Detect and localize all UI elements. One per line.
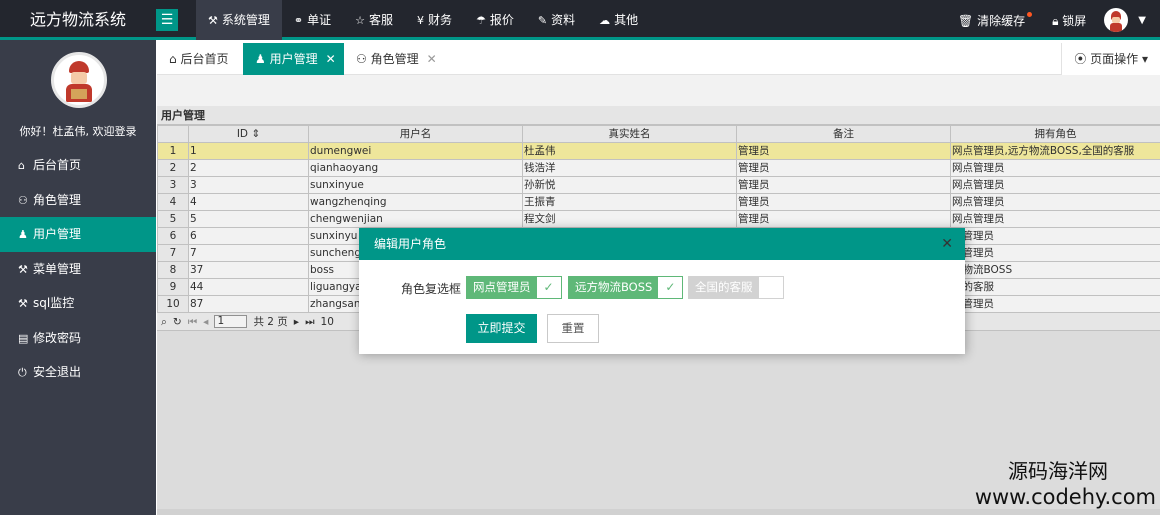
page-operations-dropdown[interactable]: ⦿ 页面操作 ▾ <box>1061 43 1160 75</box>
yen-icon: ¥ <box>417 14 425 27</box>
check-icon: ✓ <box>536 277 561 298</box>
users-icon: ⚇ <box>18 193 28 207</box>
side-menu: ⌂ 后台首页 ⚇ 角色管理 ♟ 用户管理 ⚒ 菜单管理 ⚒ sql监控 ▤ 修改密码 ⏻ 安全… <box>0 148 156 390</box>
welcome-text: 你好！杜孟伟, 欢迎登录 <box>19 125 137 138</box>
target-icon: ⦿ <box>1074 52 1091 66</box>
users-icon: ⚇ <box>356 52 367 66</box>
menu-toggle-button[interactable]: ☰ <box>156 9 178 31</box>
topnav-item-quote[interactable]: ☂ 报价 <box>464 0 526 40</box>
sidebar-item-change-password[interactable]: ▤ 修改密码 <box>0 321 156 356</box>
top-nav: ⚒ 系统管理 ⚭ 单证 ☆ 客服 ¥ 财务 ☂ 报价 ✎ 资料 ☁ 其他 <box>196 0 650 40</box>
topnav-item-documents[interactable]: ⚭ 单证 <box>282 0 343 40</box>
sidebar-item-home[interactable]: ⌂ 后台首页 <box>0 148 156 183</box>
close-icon[interactable]: ✕ <box>427 52 437 66</box>
check-icon: ✓ <box>758 277 783 298</box>
lock-screen-button[interactable]: 🔒︎ 锁屏 <box>1042 12 1096 29</box>
topnav-item-materials[interactable]: ✎ 资料 <box>526 0 587 40</box>
sidebar-item-users[interactable]: ♟ 用户管理 <box>0 217 156 252</box>
role-checkbox-national-service[interactable]: 全国的客服✓ <box>688 276 784 299</box>
topnav-item-finance[interactable]: ¥ 财务 <box>405 0 464 40</box>
notification-dot <box>1027 11 1033 17</box>
clear-cache-button[interactable]: 🗑 清除缓存 <box>948 11 1042 29</box>
tab-user-management[interactable]: ♟ 用户管理 ✕ <box>243 43 344 75</box>
user-avatar[interactable] <box>1104 8 1129 32</box>
role-checkbox-branch-admin[interactable]: 网点管理员 ✓ <box>466 276 562 299</box>
top-bar: 远方物流系统 ☰ ⚒ 系统管理 ⚭ 单证 ☆ 客服 ¥ 财务 ☂ 报价 ✎ 资料 ☁ 其他 🗑… <box>0 0 1160 40</box>
user-icon: ♟ <box>255 52 266 66</box>
reset-button[interactable]: 重置 <box>547 314 599 343</box>
home-icon: ⌂ <box>169 52 177 66</box>
topnav-item-service[interactable]: ☆ 客服 <box>343 0 405 40</box>
tab-bar: ⌂ 后台首页 ♟ 用户管理 ✕ ⚇ 角色管理 ✕ ⦿ 页面操作 ▾ <box>157 43 1160 75</box>
lock-icon: 🔒︎ <box>1052 13 1063 28</box>
topnav-item-other[interactable]: ☁ 其他 <box>587 0 650 40</box>
watermark: 源码海洋网 www.codehy.com <box>974 459 1156 509</box>
tools-icon: ⚒ <box>18 297 28 310</box>
edit-icon: ✎ <box>537 14 548 27</box>
star-icon: ☆ <box>355 14 365 27</box>
tools-icon: ⚒ <box>208 14 218 27</box>
power-icon: ⏻ <box>18 366 27 379</box>
close-icon[interactable]: ✕ <box>326 52 336 66</box>
umbrella-icon: ☂ <box>476 14 486 27</box>
home-icon: ⌂ <box>18 159 25 172</box>
dialog-header: 编辑用户角色 ✕ <box>359 228 965 260</box>
id-card-icon: ▤ <box>18 331 29 345</box>
book-icon: ⚭ <box>293 14 304 27</box>
sidebar-item-menus[interactable]: ⚒ 菜单管理 <box>0 252 156 287</box>
sidebar-item-sql-monitor[interactable]: ⚒ sql监控 <box>0 286 156 321</box>
sidebar-item-logout[interactable]: ⏻ 安全退出 <box>0 355 156 390</box>
top-right: 🗑 清除缓存 🔒︎ 锁屏 ▼ <box>948 0 1160 40</box>
app-title: 远方物流系统 <box>29 10 126 29</box>
role-checkbox-boss[interactable]: 远方物流BOSS ✓ <box>568 276 684 299</box>
sidebar: 你好！杜孟伟, 欢迎登录 ⌂ 后台首页 ⚇ 角色管理 ♟ 用户管理 ⚒ 菜单管理 ⚒ sq… <box>0 40 156 515</box>
close-icon[interactable]: ✕ <box>941 228 953 260</box>
dialog-title: 编辑用户角色 <box>374 237 447 251</box>
tab-role-management[interactable]: ⚇ 角色管理 ✕ <box>344 43 444 75</box>
profile-avatar <box>51 52 107 108</box>
trash-icon: 🗑 <box>958 13 978 28</box>
tab-home[interactable]: ⌂ 后台首页 <box>157 43 243 75</box>
edit-role-dialog: 编辑用户角色 ✕ 角色复选框 网点管理员✓ 远方物流BOSS✓ 全国的客服✓ 立… <box>359 228 965 354</box>
submit-button[interactable]: 立即提交 <box>466 314 537 343</box>
cloud-icon: ☁ <box>599 14 611 27</box>
tools-icon: ⚒ <box>18 262 28 276</box>
topnav-item-system[interactable]: ⚒ 系统管理 <box>196 0 282 40</box>
check-icon: ✓ <box>658 277 683 298</box>
role-checkbox-label: 角色复选框 <box>401 282 462 296</box>
sidebar-item-roles[interactable]: ⚇ 角色管理 <box>0 183 156 218</box>
user-icon: ♟ <box>18 228 28 241</box>
chevron-down-icon[interactable]: ▼ <box>1138 15 1146 26</box>
caret-down-icon: ▾ <box>1138 52 1148 66</box>
